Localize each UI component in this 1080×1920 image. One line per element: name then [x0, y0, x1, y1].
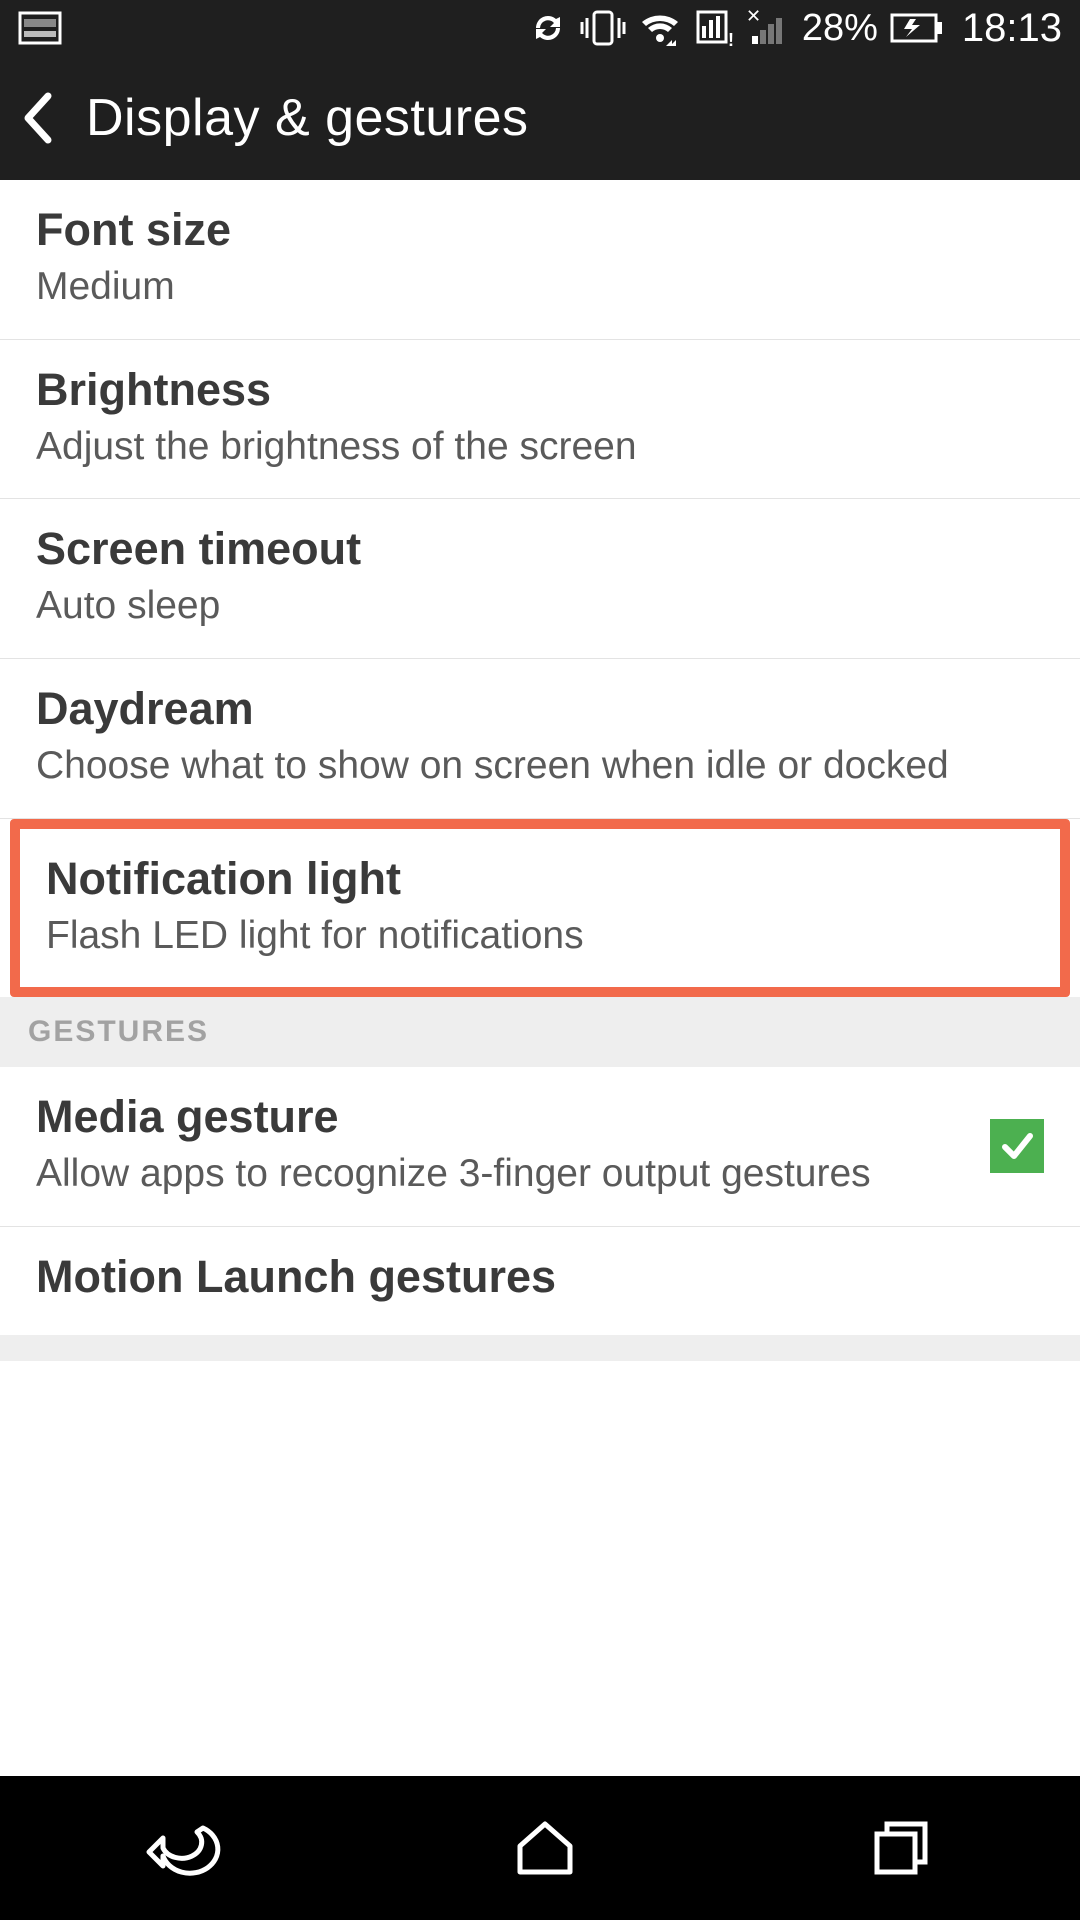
- page-title: Display & gestures: [86, 88, 529, 148]
- item-brightness[interactable]: Brightness Adjust the brightness of the …: [0, 340, 1080, 500]
- item-media-gesture[interactable]: Media gesture Allow apps to recognize 3-…: [0, 1067, 1080, 1227]
- vibrate-icon: [580, 8, 626, 48]
- screenshot-notification-icon: [18, 11, 62, 45]
- item-screen-timeout[interactable]: Screen timeout Auto sleep: [0, 499, 1080, 659]
- navigation-bar: [0, 1776, 1080, 1920]
- list-end-gap: [0, 1335, 1080, 1361]
- settings-list: Font size Medium Brightness Adjust the b…: [0, 180, 1080, 1361]
- svg-text:✕: ✕: [746, 8, 761, 26]
- item-title: Daydream: [36, 683, 1044, 735]
- highlight-annotation: Notification light Flash LED light for n…: [10, 819, 1070, 998]
- battery-percent: 28%: [802, 7, 878, 50]
- item-title: Brightness: [36, 364, 1044, 416]
- status-bar: ! ✕ 28% 18:13: [0, 0, 1080, 56]
- checkbox-checked[interactable]: [990, 1119, 1044, 1173]
- wifi-icon: [638, 8, 682, 48]
- battery-charging-icon: [890, 13, 944, 43]
- section-header-gestures: GESTURES: [0, 997, 1080, 1067]
- item-subtitle: Choose what to show on screen when idle …: [36, 741, 1044, 792]
- nav-back-button[interactable]: [143, 1816, 223, 1880]
- app-bar: Display & gestures: [0, 56, 1080, 180]
- sync-icon: [528, 8, 568, 48]
- item-title: Font size: [36, 204, 1044, 256]
- nav-home-button[interactable]: [510, 1816, 580, 1880]
- item-daydream[interactable]: Daydream Choose what to show on screen w…: [0, 659, 1080, 819]
- item-subtitle: Adjust the brightness of the screen: [36, 422, 1044, 473]
- item-title: Motion Launch gestures: [36, 1251, 1044, 1303]
- svg-text:!: !: [728, 30, 734, 48]
- item-title: Media gesture: [36, 1091, 970, 1143]
- item-title: Screen timeout: [36, 523, 1044, 575]
- item-subtitle: Flash LED light for notifications: [46, 911, 1024, 962]
- item-subtitle: Allow apps to recognize 3-finger output …: [36, 1149, 970, 1200]
- nav-recent-button[interactable]: [867, 1816, 937, 1880]
- item-subtitle: Medium: [36, 262, 1044, 313]
- item-motion-launch[interactable]: Motion Launch gestures: [0, 1227, 1080, 1335]
- item-title: Notification light: [46, 853, 1024, 905]
- clock: 18:13: [962, 6, 1062, 51]
- signal-icon: ✕: [746, 8, 790, 48]
- data-icon: !: [694, 8, 734, 48]
- item-notification-light[interactable]: Notification light Flash LED light for n…: [20, 829, 1060, 988]
- back-button[interactable]: [20, 90, 56, 146]
- item-font-size[interactable]: Font size Medium: [0, 180, 1080, 340]
- item-subtitle: Auto sleep: [36, 581, 1044, 632]
